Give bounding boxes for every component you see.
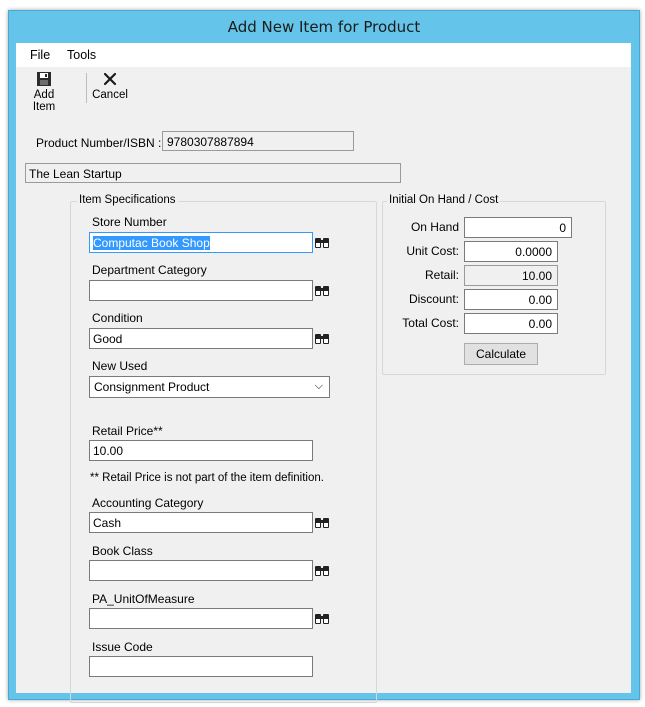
on-hand-label: On Hand — [410, 220, 459, 234]
close-icon — [103, 72, 117, 86]
store-number-label: Store Number — [92, 215, 167, 229]
accounting-category-field[interactable]: Cash — [89, 512, 313, 533]
retail-field: 10.00 — [464, 265, 558, 286]
book-class-label: Book Class — [92, 544, 153, 558]
product-title-field: The Lean Startup — [25, 163, 401, 183]
calculate-button[interactable]: Calculate — [464, 343, 538, 365]
book-class-field[interactable] — [89, 560, 313, 581]
chevron-down-icon: ⌵ — [314, 380, 323, 392]
discount-label: Discount: — [408, 292, 459, 306]
toolbar: Add Item Cancel — [16, 67, 631, 113]
window-title: Add New Item for Product — [227, 18, 421, 36]
condition-label: Condition — [92, 311, 143, 325]
unit-cost-field[interactable]: 0.0000 — [464, 241, 558, 262]
new-used-select[interactable]: Consignment Product ⌵ — [89, 376, 330, 398]
app-window: Add New Item for Product File Tools Add … — [8, 10, 640, 703]
binoculars-icon[interactable] — [314, 330, 330, 346]
total-cost-label: Total Cost: — [402, 316, 459, 330]
toolbar-separator — [86, 73, 87, 103]
binoculars-icon[interactable] — [314, 282, 330, 298]
initial-on-hand-title: Initial On Hand / Cost — [387, 194, 501, 206]
binoculars-icon[interactable] — [314, 514, 330, 530]
department-category-label: Department Category — [92, 263, 207, 277]
issue-code-label: Issue Code — [92, 640, 153, 654]
item-specifications-title: Item Specifications — [77, 194, 178, 206]
retail-price-label: Retail Price** — [92, 424, 163, 438]
cancel-button[interactable]: Cancel — [90, 69, 130, 101]
save-icon — [37, 72, 51, 86]
binoculars-icon[interactable] — [314, 610, 330, 626]
total-cost-field[interactable]: 0.00 — [464, 313, 558, 334]
condition-field[interactable]: Good — [89, 328, 313, 349]
unit-of-measure-field[interactable] — [89, 608, 313, 629]
unit-of-measure-label: PA_UnitOfMeasure — [92, 592, 195, 606]
retail-label: Retail: — [424, 268, 459, 282]
store-number-field[interactable]: Computac Book Shop — [89, 232, 313, 253]
issue-code-field[interactable] — [89, 656, 313, 677]
menu-file[interactable]: File — [30, 48, 50, 62]
add-item-label: Add Item — [32, 89, 56, 113]
menu-bar: File Tools — [16, 43, 631, 67]
accounting-category-label: Accounting Category — [92, 496, 204, 510]
menu-tools[interactable]: Tools — [67, 48, 96, 62]
department-category-field[interactable] — [89, 280, 313, 301]
binoculars-icon[interactable] — [314, 562, 330, 578]
discount-field[interactable]: 0.00 — [464, 289, 558, 310]
unit-cost-label: Unit Cost: — [406, 244, 459, 258]
cancel-label: Cancel — [92, 89, 128, 101]
binoculars-icon[interactable] — [314, 234, 330, 250]
store-number-value: Computac Book Shop — [93, 236, 210, 250]
retail-price-note: ** Retail Price is not part of the item … — [90, 472, 324, 484]
on-hand-field[interactable]: 0 — [464, 217, 572, 238]
window-client: File Tools Add Item Cancel Product Numbe… — [16, 43, 631, 703]
add-item-button[interactable]: Add Item — [22, 69, 66, 113]
isbn-field: 9780307887894 — [162, 131, 354, 151]
new-used-value: Consignment Product — [94, 380, 210, 394]
isbn-label: Product Number/ISBN : — [36, 136, 162, 150]
retail-price-field[interactable]: 10.00 — [89, 440, 313, 461]
new-used-label: New Used — [92, 359, 148, 373]
